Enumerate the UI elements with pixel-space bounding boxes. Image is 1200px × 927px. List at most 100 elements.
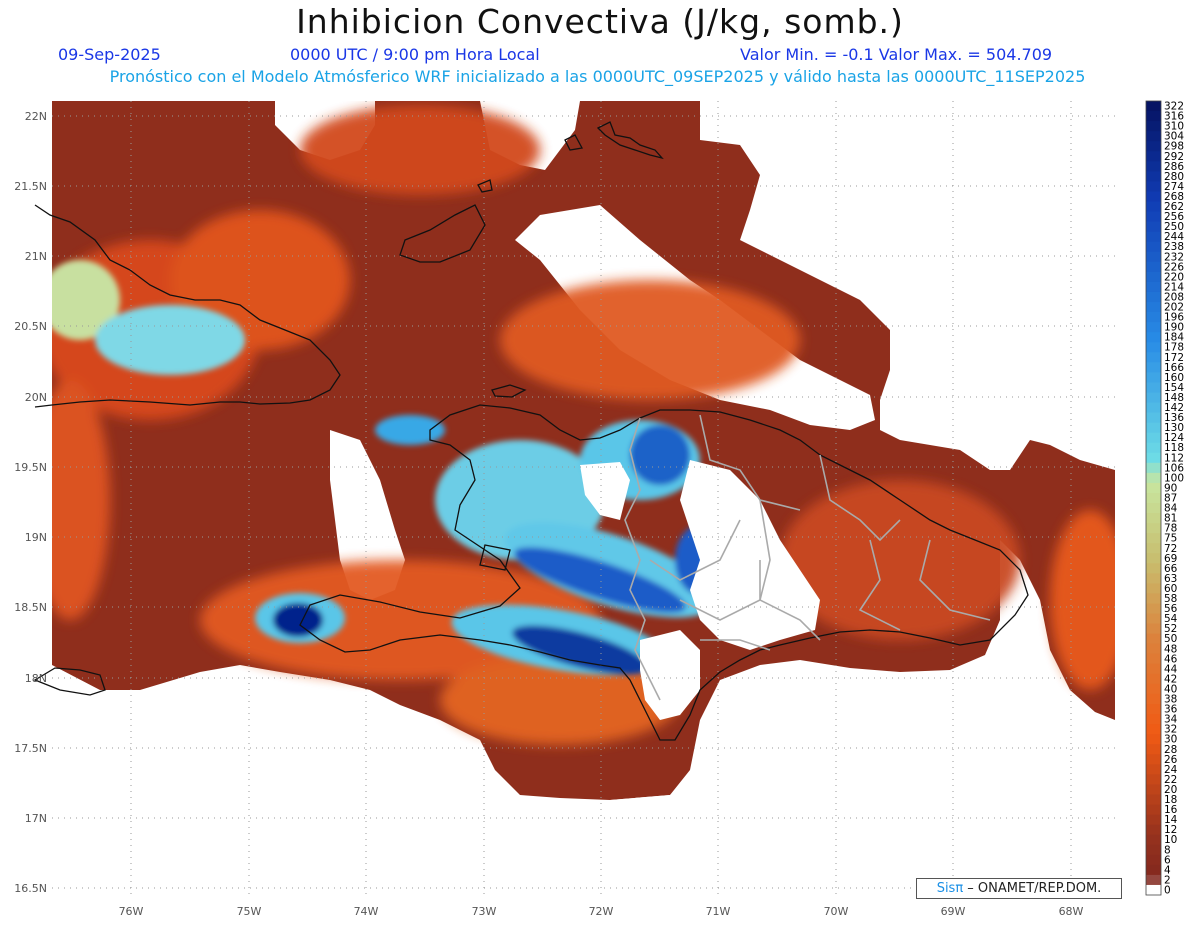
lat-tick-label: 20.5N <box>14 320 47 333</box>
cin-blue-hispaniola-n <box>630 425 690 485</box>
colorbar-swatch <box>1146 452 1161 464</box>
colorbar-swatch <box>1146 663 1161 675</box>
lon-tick-label: 75W <box>237 905 262 918</box>
colorbar-swatch <box>1146 161 1161 172</box>
colorbar-swatch <box>1146 593 1161 605</box>
lat-tick-label: 16.5N <box>14 882 47 895</box>
colorbar-swatch <box>1146 643 1161 655</box>
colorbar-swatch <box>1146 714 1161 725</box>
colorbar-swatch <box>1146 111 1161 122</box>
credit-brand: Sisπ <box>936 881 964 896</box>
colorbar-swatch <box>1146 312 1161 323</box>
colorbar-swatch <box>1146 181 1161 192</box>
colorbar-swatch <box>1146 462 1161 474</box>
colorbar-swatch <box>1146 442 1161 454</box>
colorbar-swatch <box>1146 261 1161 273</box>
colorbar-swatch <box>1146 231 1161 243</box>
colorbar-swatch <box>1146 864 1161 876</box>
colorbar-swatch <box>1146 171 1161 182</box>
lon-tick-label: 71W <box>706 905 731 918</box>
lat-tick-label: 22N <box>25 110 47 123</box>
colorbar-swatch <box>1146 352 1161 363</box>
colorbar-swatch <box>1146 734 1161 745</box>
colorbar-swatch <box>1146 322 1161 333</box>
model-info: Pronóstico con el Modelo Atmósferico WRF… <box>109 67 1086 86</box>
colorbar-swatch <box>1146 724 1161 735</box>
colorbar-swatch <box>1146 553 1161 564</box>
colorbar-swatch <box>1146 744 1161 755</box>
map-title: Inhibicion Convectiva (J/kg, somb.) <box>296 2 904 41</box>
colorbar-swatch <box>1146 302 1161 313</box>
colorbar-swatch <box>1146 623 1161 635</box>
colorbar-swatch <box>1146 673 1161 685</box>
cin-cyan-cuba <box>95 305 245 375</box>
colorbar-swatch <box>1146 392 1161 404</box>
colorbar-swatch <box>1146 764 1161 775</box>
colorbar-swatch <box>1146 211 1161 223</box>
colorbar-swatch <box>1146 492 1161 504</box>
colorbar-swatch <box>1146 683 1161 695</box>
colorbar-swatch <box>1146 382 1161 393</box>
lat-axis-labels: 22N 21.5N 21N 20.5N 20N 19.5N 19N 18.5N 18N 17.5N… <box>14 110 47 895</box>
lon-tick-label: 73W <box>472 905 497 918</box>
colorbar-swatch <box>1146 583 1161 594</box>
colorbar-swatch <box>1146 291 1161 303</box>
lat-tick-label: 17N <box>25 812 47 825</box>
colorbar-swatch <box>1146 422 1161 434</box>
lat-tick-label: 21.5N <box>14 180 47 193</box>
colorbar-swatch <box>1146 704 1161 715</box>
cin-orange-hispaniola <box>500 280 800 400</box>
colorbar-swatch <box>1146 281 1161 293</box>
colorbar-swatch <box>1146 693 1161 705</box>
colorbar-swatch <box>1146 844 1161 856</box>
lat-tick-label: 18N <box>25 672 47 685</box>
cin-orange-west-edge <box>52 380 110 620</box>
cin-orange-north-ocean <box>300 105 540 195</box>
colorbar-swatch <box>1146 503 1161 514</box>
lat-tick-label: 20N <box>25 391 47 404</box>
lat-tick-label: 17.5N <box>14 742 47 755</box>
colorbar-swatch <box>1146 342 1161 353</box>
cin-shading <box>52 101 1115 896</box>
colorbar-swatch <box>1146 141 1161 152</box>
lon-tick-label: 72W <box>589 905 614 918</box>
lat-tick-label: 19.5N <box>14 461 47 474</box>
colorbar-swatch <box>1146 613 1161 625</box>
colorbar-swatch <box>1146 432 1161 444</box>
colorbar-swatch <box>1146 332 1161 343</box>
colorbar-swatch <box>1146 482 1161 494</box>
min-max-values: Valor Min. = -0.1 Valor Max. = 504.709 <box>740 45 1053 64</box>
colorbar-swatch <box>1146 402 1161 414</box>
colorbar-swatch <box>1146 121 1161 132</box>
colorbar-label: 0 <box>1164 884 1171 896</box>
colorbar-swatch <box>1146 472 1161 484</box>
colorbar-swatch <box>1146 834 1161 846</box>
colorbar-swatch <box>1146 151 1161 162</box>
colorbar-swatch <box>1146 573 1161 584</box>
colorbar-swatch <box>1146 372 1161 383</box>
lat-tick-label: 18.5N <box>14 601 47 614</box>
colorbar-swatch <box>1146 774 1161 785</box>
colorbar-swatch <box>1146 653 1161 665</box>
cin-navy-west-core <box>273 603 323 637</box>
colorbar-swatch <box>1146 633 1161 645</box>
colorbar-swatch <box>1146 543 1161 554</box>
colorbar-swatch <box>1146 563 1161 574</box>
colorbar-swatch <box>1146 603 1161 615</box>
colorbar-swatch <box>1146 201 1161 213</box>
colorbar-swatch <box>1146 854 1161 866</box>
colorbar-swatch <box>1146 804 1161 816</box>
colorbar-swatch <box>1146 221 1161 233</box>
colorbar-swatch <box>1146 814 1161 826</box>
colorbar-swatch <box>1146 523 1161 534</box>
colorbar-swatch <box>1146 884 1161 896</box>
lon-tick-label: 69W <box>941 905 966 918</box>
colorbar-swatch <box>1146 533 1161 544</box>
colorbar-swatch <box>1146 513 1161 524</box>
colorbar-swatch <box>1146 874 1161 886</box>
forecast-map: 22N 21.5N 21N 20.5N 20N 19.5N 19N 18.5N 18N 17.5N… <box>14 101 1184 918</box>
credit-text: – ONAMET/REP.DOM. <box>963 881 1102 896</box>
colorbar: 3223163103042982922862802742682622562502… <box>1145 101 1184 896</box>
colorbar-swatch <box>1146 241 1161 253</box>
lon-tick-label: 68W <box>1059 905 1084 918</box>
